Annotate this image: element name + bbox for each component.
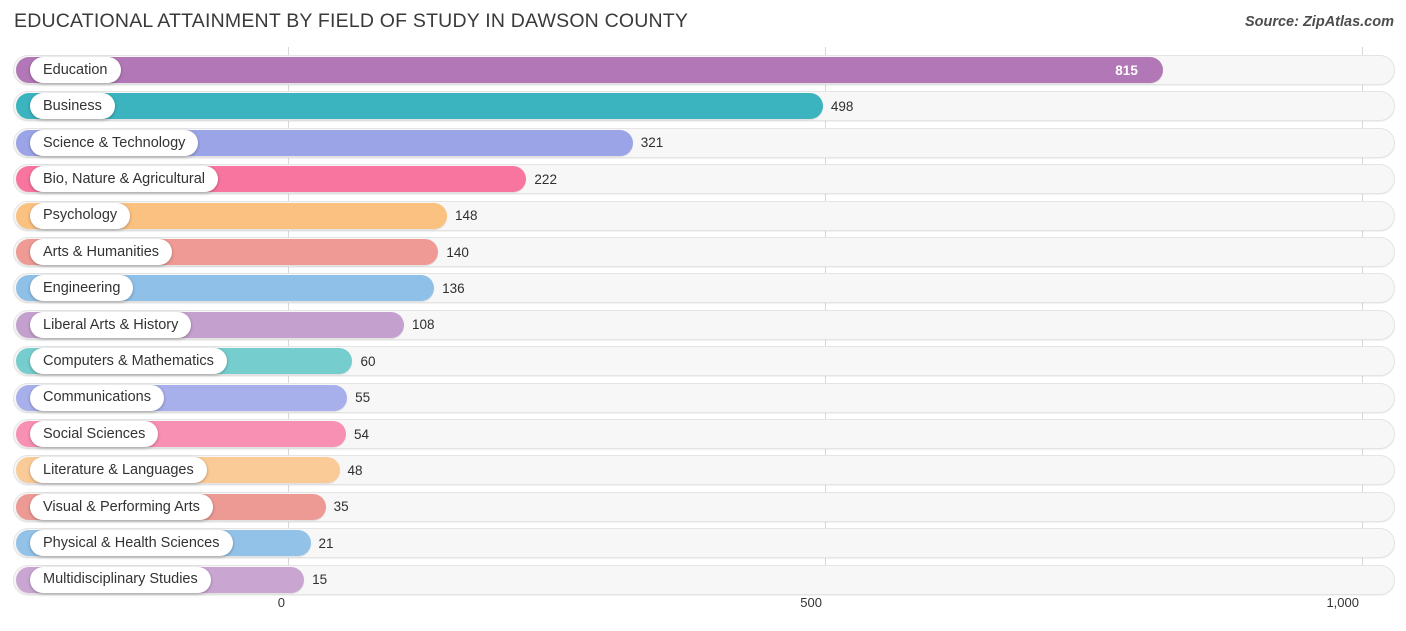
bar-row[interactable]: Literature & Languages 48 [13,455,1395,486]
bar-value-label: 148 [454,208,478,224]
bar-category-text: Communications [43,389,151,406]
bar-category-label: Bio, Nature & Agricultural [30,166,218,193]
bar-category-label: Psychology [30,202,131,229]
bar-category-label: Communications [30,384,164,411]
bar-value-label: 60 [360,353,376,369]
bar-category-text: Literature & Languages [43,462,194,479]
bar-fill [16,57,1164,83]
bar-row[interactable]: Arts & Humanities 140 [13,237,1395,267]
bar-category-text: Computers & Mathematics [43,352,214,369]
bar-category-label: Arts & Humanities [30,239,173,265]
bar-row[interactable]: Computers & Mathematics 60 [13,346,1395,377]
bar-value-label: 108 [411,317,435,333]
x-axis-tick-label: 1,000 [1326,595,1359,610]
bar-category-text: Physical & Health Sciences [43,534,220,551]
bar-category-text: Engineering [43,280,121,297]
bar-value-label: 15 [312,572,328,588]
bar-category-text: Visual & Performing Arts [43,498,200,515]
bar-category-label: Physical & Health Sciences [30,530,233,557]
bar-category-text: Business [43,98,102,115]
x-axis: 0 500 1,000 [0,595,1406,619]
bar-category-text: Bio, Nature & Agricultural [43,170,205,187]
bar-row[interactable]: Visual & Performing Arts 35 [13,491,1395,522]
bar-value-label: 222 [534,171,557,187]
bar-value-label: 136 [442,280,465,296]
bar-category-text: Psychology [43,207,118,224]
bar-row[interactable]: Communications 55 [13,382,1395,413]
bar-category-label: Education [30,57,121,83]
bar-row[interactable]: Psychology 148 [13,200,1395,231]
x-axis-tick-label: 0 [277,595,285,610]
bar-value-label: 815 [1115,62,1138,78]
chart-root: EDUCATIONAL ATTAINMENT BY FIELD OF STUDY… [0,0,1406,631]
bar-category-label: Liberal Arts & History [30,311,192,338]
page-title: EDUCATIONAL ATTAINMENT BY FIELD OF STUDY… [14,10,689,32]
source-attribution: Source: ZipAtlas.com [1244,14,1394,30]
bar-value-label: 321 [640,135,664,151]
bar-category-label: Science & Technology [30,129,199,156]
bar-value-label: 140 [446,244,469,260]
bar-category-text: Social Sciences [43,425,146,442]
bar-category-label: Multidisciplinary Studies [30,566,211,593]
bar-row[interactable]: Science & Technology 321 [13,127,1395,158]
bar-category-text: Science & Technology [43,134,186,151]
plot-area: Education 815 Business 498 Science & Technol… [0,47,1406,595]
bar-fill [16,93,823,120]
bar-row[interactable]: Physical & Health Sciences 21 [13,528,1395,559]
bar-row[interactable]: Social Sciences 54 [13,419,1395,449]
bar-row[interactable]: Multidisciplinary Studies 15 [13,564,1395,595]
bar-category-label: Business [30,93,115,120]
bar-category-label: Social Sciences [30,421,159,447]
chart-header: EDUCATIONAL ATTAINMENT BY FIELD OF STUDY… [0,0,1406,44]
bar-category-label: Literature & Languages [30,457,207,484]
bar-value-label: 54 [353,426,370,442]
bar-category-text: Liberal Arts & History [43,316,179,333]
bar-category-label: Visual & Performing Arts [30,493,213,520]
bar-value-label: 55 [355,390,371,406]
bar-category-text: Arts & Humanities [43,243,160,260]
bar-value-label: 35 [333,499,349,515]
bar-value-label: 498 [830,98,854,114]
bar-category-label: Engineering [30,275,134,302]
bar-category-label: Computers & Mathematics [30,348,227,375]
bar-value-label: 21 [318,535,334,551]
bar-row[interactable]: Bio, Nature & Agricultural 222 [13,164,1395,195]
bar-value-label: 48 [347,462,363,478]
bar-row[interactable]: Liberal Arts & History 108 [13,309,1395,340]
bar-row[interactable]: Engineering 136 [13,273,1395,304]
bar-category-text: Education [43,61,108,78]
x-axis-tick-label: 500 [800,595,822,610]
bar-row[interactable]: Education 815 [13,55,1395,85]
bar-row[interactable]: Business 498 [13,91,1395,122]
bar-category-text: Multidisciplinary Studies [43,571,198,588]
